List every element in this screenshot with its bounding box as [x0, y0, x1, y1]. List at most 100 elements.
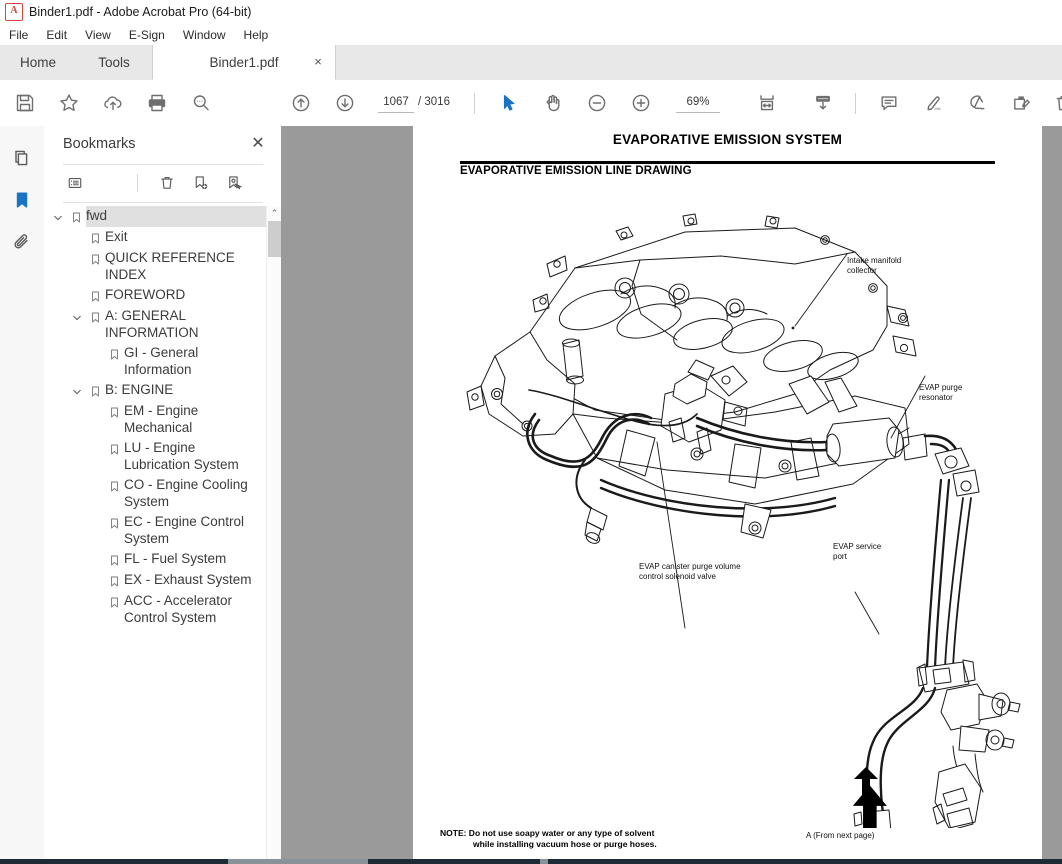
tab-label: Binder1.pdf — [209, 54, 279, 70]
pdf-page: EVAPORATIVE EMISSION SYSTEM EVAPORATIVE … — [413, 126, 1042, 864]
document-view[interactable]: EVAPORATIVE EMISSION SYSTEM EVAPORATIVE … — [281, 126, 1062, 864]
page-note: NOTE: Do not use soapy water or any type… — [440, 828, 657, 850]
bookmark-label: fwd — [86, 206, 266, 227]
bookmark-label: FOREWORD — [105, 287, 186, 302]
close-icon[interactable]: × — [311, 55, 325, 69]
twisty-spacer — [88, 591, 104, 597]
zoom-out-icon[interactable] — [582, 88, 612, 118]
print-icon[interactable] — [142, 88, 172, 118]
next-page-icon[interactable] — [330, 88, 360, 118]
page-number-input[interactable]: 1067 — [378, 94, 414, 113]
bookmark-label: CO - Engine Cooling System — [124, 477, 248, 509]
tab-binder1-pdf[interactable]: Binder1.pdf × — [152, 45, 336, 80]
bookmark-label: Exit — [105, 229, 128, 244]
star-icon[interactable] — [54, 88, 84, 118]
bookmarks-scrollbar[interactable]: ⌃ ⌄ — [266, 206, 282, 864]
options-list-icon[interactable] — [62, 170, 88, 196]
twisty-spacer — [88, 475, 104, 481]
delete-bookmark-icon[interactable] — [154, 170, 180, 196]
bookmark-icon — [85, 285, 105, 304]
bookmark-label: QUICK REFERENCE INDEX — [105, 250, 235, 282]
menu-view[interactable]: View — [76, 26, 120, 44]
bookmark-item[interactable]: FL - Fuel System — [44, 549, 266, 570]
bookmarks-title: Bookmarks — [63, 136, 136, 152]
zoom-level-input[interactable]: 69% — [676, 94, 720, 113]
bookmark-item[interactable]: EC - Engine Control System — [44, 512, 266, 549]
bookmark-item[interactable]: FOREWORD — [44, 285, 266, 306]
title-rule — [460, 161, 995, 164]
fit-page-icon[interactable] — [752, 88, 782, 118]
bookmark-icon — [85, 227, 105, 246]
twisty-spacer — [88, 549, 104, 555]
twisty-spacer — [88, 343, 104, 349]
title-bar: A Binder1.pdf - Adobe Acrobat Pro (64-bi… — [0, 0, 1062, 24]
bookmark-label: EM - Engine Mechanical — [124, 403, 199, 435]
toolbar-separator — [855, 93, 856, 114]
bookmark-icon — [104, 401, 124, 420]
zoom-in-icon[interactable] — [626, 88, 656, 118]
new-bookmark-icon[interactable] — [188, 170, 214, 196]
chevron-down-icon[interactable] — [69, 306, 85, 324]
page-title: EVAPORATIVE EMISSION SYSTEM — [612, 132, 843, 147]
tab-home[interactable]: Home — [0, 45, 76, 80]
bookmark-tree[interactable]: fwd Exit QUICK REFERENCE INDEX FOREWORD A: G… — [44, 206, 266, 864]
bookmark-item[interactable]: ACC - Accelerator Control System — [44, 591, 266, 628]
bookmark-icon — [104, 549, 124, 568]
hand-tool-icon[interactable] — [538, 88, 568, 118]
edit-bookmark-icon[interactable] — [222, 170, 248, 196]
bookmark-item[interactable]: EX - Exhaust System — [44, 570, 266, 591]
bookmark-item[interactable]: GI - General Information — [44, 343, 266, 380]
twisty-spacer — [88, 512, 104, 518]
delete-page-icon[interactable] — [1048, 88, 1062, 118]
bookmarks-icon[interactable] — [7, 185, 37, 215]
bookmark-icon — [104, 570, 124, 589]
callout-evap-canister-purge-volume-control-solenoid-valve: EVAP canister purge volume control solen… — [639, 562, 741, 581]
bookmark-label: LU - Engine Lubrication System — [124, 440, 239, 472]
bookmark-label: A: GENERAL INFORMATION — [105, 308, 199, 340]
bookmark-item[interactable]: LU - Engine Lubrication System — [44, 438, 266, 475]
attachments-icon[interactable] — [7, 227, 37, 257]
bookmark-label: ACC - Accelerator Control System — [124, 593, 233, 625]
bookmark-icon — [104, 438, 124, 457]
bookmark-icon — [104, 591, 124, 610]
upload-cloud-icon[interactable] — [98, 88, 128, 118]
bookmark-item[interactable]: B: ENGINE — [44, 380, 266, 401]
menu-help[interactable]: Help — [235, 26, 278, 44]
draw-icon[interactable] — [962, 88, 992, 118]
bookmark-icon — [85, 306, 105, 325]
menu-esign[interactable]: E-Sign — [120, 26, 174, 44]
scroll-up-arrow[interactable]: ⌃ — [267, 206, 282, 221]
tab-tools[interactable]: Tools — [76, 45, 152, 80]
close-icon[interactable]: ✕ — [249, 135, 267, 153]
note-line-2: while installing vacuum hose or purge ho… — [473, 839, 657, 849]
bookmark-item[interactable]: QUICK REFERENCE INDEX — [44, 248, 266, 285]
bookmark-item[interactable]: Exit — [44, 227, 266, 248]
twisty-spacer — [88, 570, 104, 576]
bookmark-item[interactable]: fwd — [44, 206, 266, 227]
search-icon[interactable] — [186, 88, 216, 118]
menu-file[interactable]: File — [0, 26, 37, 44]
menu-edit[interactable]: Edit — [37, 26, 76, 44]
chevron-down-icon[interactable] — [50, 206, 66, 224]
previous-page-icon[interactable] — [286, 88, 316, 118]
bookmark-label: FL - Fuel System — [124, 551, 227, 566]
comment-icon[interactable] — [874, 88, 904, 118]
menu-window[interactable]: Window — [174, 26, 235, 44]
scroll-mode-icon[interactable] — [808, 88, 838, 118]
save-icon[interactable] — [10, 88, 40, 118]
bookmark-item[interactable]: EM - Engine Mechanical — [44, 401, 266, 438]
page-thumbnails-icon[interactable] — [7, 143, 37, 173]
window-title: Binder1.pdf - Adobe Acrobat Pro (64-bit) — [29, 5, 252, 19]
scrollbar-thumb[interactable] — [268, 221, 281, 257]
from-next-page-label: A (From next page) — [806, 831, 875, 840]
bookmark-item[interactable]: CO - Engine Cooling System — [44, 475, 266, 512]
edit-pdf-icon[interactable] — [1006, 88, 1036, 118]
twisty-spacer — [69, 227, 85, 233]
chevron-down-icon[interactable] — [69, 380, 85, 398]
bookmark-icon — [104, 475, 124, 494]
bookmark-item[interactable]: A: GENERAL INFORMATION — [44, 306, 266, 343]
bookmarks-panel-header: Bookmarks ✕ — [44, 126, 281, 166]
select-tool-icon[interactable] — [494, 88, 524, 118]
highlight-icon[interactable] — [918, 88, 948, 118]
twisty-spacer — [69, 248, 85, 254]
